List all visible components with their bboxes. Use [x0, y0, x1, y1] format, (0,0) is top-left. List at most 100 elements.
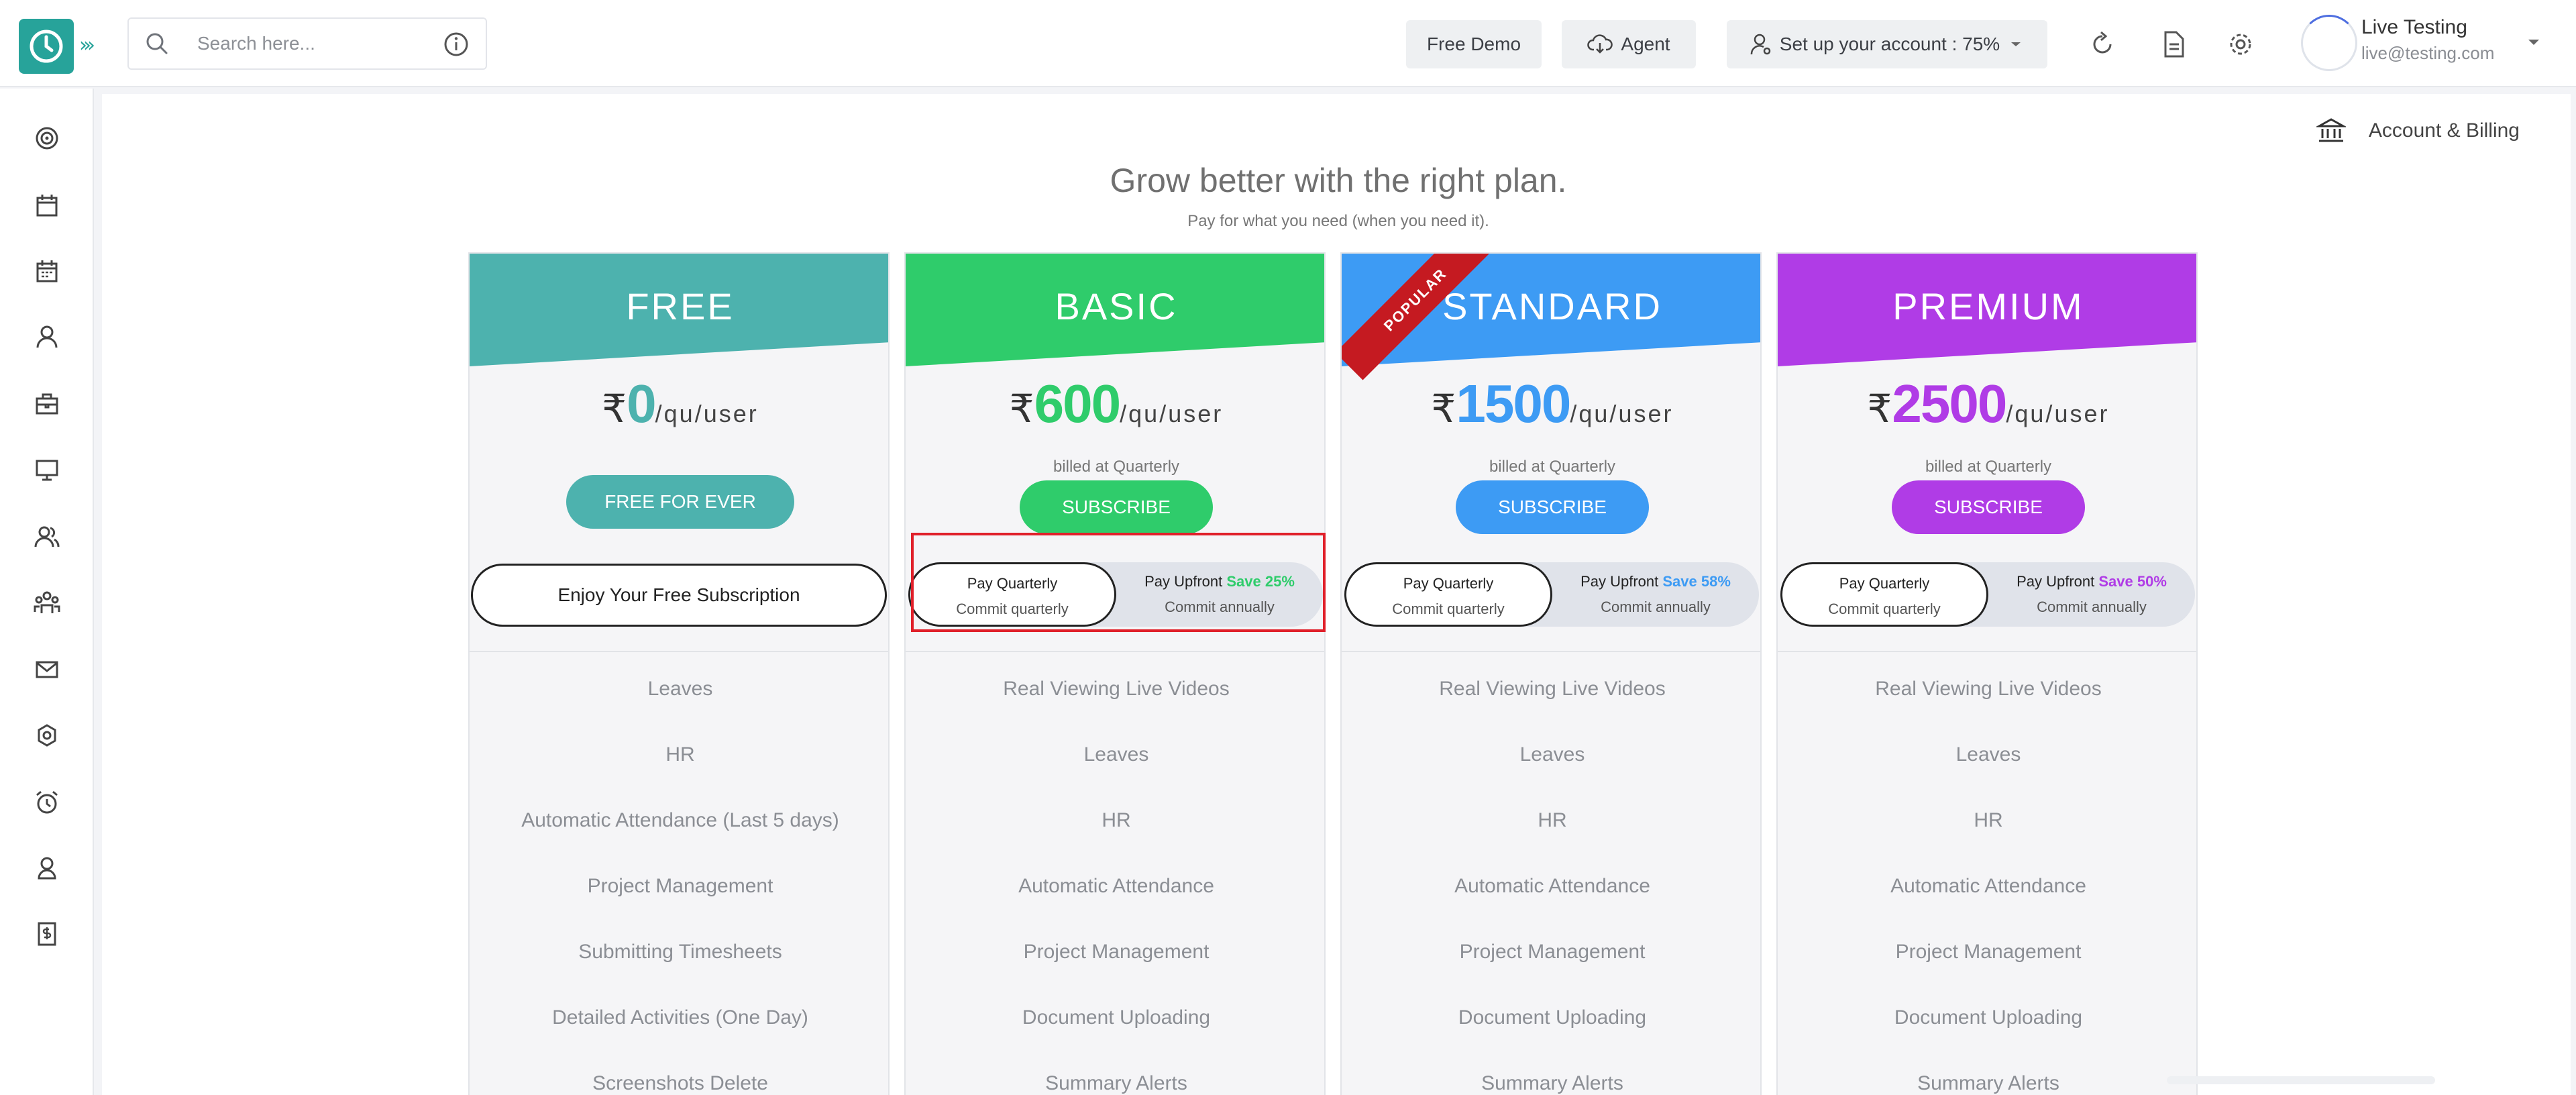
- currency-symbol: ₹: [1431, 387, 1456, 431]
- card-divider: [470, 651, 888, 652]
- option-title: Pay Quarterly: [1403, 575, 1494, 592]
- refresh-icon[interactable]: [2088, 30, 2117, 59]
- billing-period: billed at Quarterly: [1925, 458, 2052, 476]
- agent-button[interactable]: Agent: [1562, 20, 1696, 68]
- plan-price: ₹1500/qu/user: [1342, 373, 1760, 435]
- feature-item: Project Management: [1895, 941, 2082, 963]
- sidebar-item-mail[interactable]: [31, 654, 63, 686]
- cta-label: SUBSCRIBE: [1498, 497, 1607, 517]
- feature-item: Project Management: [1459, 941, 1646, 963]
- agent-label: Agent: [1621, 34, 1670, 54]
- clock-logo-icon: [30, 30, 63, 63]
- team-icon: [34, 591, 60, 613]
- expand-sidebar-icon[interactable]: ›››: [79, 34, 95, 57]
- sidebar-item-calendar[interactable]: [31, 189, 63, 221]
- billing-period: billed at Quarterly: [1053, 458, 1180, 476]
- feature-item: Screenshots Delete: [592, 1072, 768, 1094]
- feature-item: Project Management: [1023, 941, 1210, 963]
- feature-item: Real Viewing Live Videos: [1003, 678, 1230, 700]
- plan-price: ₹600/qu/user: [906, 373, 1324, 435]
- pay-quarterly-option[interactable]: Pay Quarterly Commit quarterly: [1780, 562, 1988, 627]
- free-subscription-pill[interactable]: Enjoy Your Free Subscription: [471, 564, 887, 627]
- feature-item: Automatic Attendance: [1454, 875, 1650, 897]
- plan-card-premium: PREMIUM ₹2500/qu/user billed at Quarterl…: [1776, 252, 2198, 1095]
- card-divider: [1342, 651, 1760, 652]
- feature-item: Real Viewing Live Videos: [1439, 678, 1666, 700]
- sidebar-item-settings[interactable]: [31, 719, 63, 751]
- free-demo-button[interactable]: Free Demo: [1406, 20, 1542, 68]
- feature-item: Document Uploading: [1022, 1006, 1211, 1029]
- pay-upfront-option[interactable]: Pay Upfront Save 50% Commit annually: [1988, 562, 2195, 627]
- subscribe-button-standard[interactable]: SUBSCRIBE: [1456, 480, 1649, 534]
- user-name: Live Testing: [2361, 16, 2467, 38]
- feature-item: HR: [1102, 809, 1131, 831]
- feature-item: Submitting Timesheets: [578, 941, 782, 963]
- cta-label: FREE FOR EVER: [604, 491, 756, 512]
- mail-icon: [36, 661, 58, 678]
- sidebar-item-users[interactable]: [31, 521, 63, 553]
- feature-item: Project Management: [587, 875, 773, 897]
- option-title: Pay Upfront Save 58%: [1552, 573, 1759, 590]
- billing-toggle: Pay Quarterly Commit quarterly Pay Upfro…: [1344, 562, 1759, 627]
- bottom-scroll-hint: [2167, 1076, 2435, 1084]
- document-icon[interactable]: [2159, 30, 2188, 59]
- sidebar-item-awards[interactable]: [31, 852, 63, 884]
- sidebar-item-dashboard[interactable]: [31, 122, 63, 154]
- free-demo-label: Free Demo: [1426, 34, 1521, 54]
- option-title: Pay Quarterly: [1839, 575, 1930, 592]
- plan-title: FREE: [626, 285, 735, 327]
- feature-item: Automatic Attendance: [1018, 875, 1214, 897]
- subscribe-button-basic[interactable]: SUBSCRIBE: [1020, 480, 1213, 534]
- page-title: Grow better with the right plan.: [1110, 162, 1567, 199]
- plan-title: PREMIUM: [1892, 285, 2084, 327]
- setup-account-button[interactable]: Set up your account : 75%: [1727, 20, 2047, 68]
- sidebar-item-schedule[interactable]: [31, 255, 63, 287]
- plan-title: BASIC: [1055, 285, 1178, 327]
- sidebar-item-profile[interactable]: [31, 321, 63, 353]
- page-subtitle: Pay for what you need (when you need it)…: [1187, 212, 1489, 230]
- sidebar-item-alarms[interactable]: [31, 786, 63, 819]
- pay-upfront-option[interactable]: Pay Upfront Save 58% Commit annually: [1552, 562, 1759, 627]
- feature-item: Leaves: [647, 678, 713, 700]
- avatar[interactable]: [2301, 15, 2357, 71]
- pay-quarterly-option[interactable]: Pay Quarterly Commit quarterly: [1344, 562, 1552, 627]
- price-unit: /qu/user: [1570, 400, 1674, 427]
- feature-item: Summary Alerts: [1045, 1072, 1187, 1094]
- feature-item: Leaves: [1519, 743, 1585, 766]
- search-input[interactable]: [197, 33, 425, 54]
- price-amount: 2500: [1892, 374, 2007, 433]
- calendar-icon: [36, 195, 58, 217]
- sidebar-item-projects[interactable]: [31, 388, 63, 420]
- price-unit: /qu/user: [655, 400, 759, 427]
- feature-item: Automatic Attendance: [1890, 875, 2086, 897]
- plan-title: STANDARD: [1442, 285, 1662, 327]
- dashboard-icon: [36, 127, 58, 150]
- price-unit: /qu/user: [1120, 400, 1224, 427]
- option-title: Pay Upfront Save 50%: [1988, 573, 2195, 590]
- sidebar-item-monitoring[interactable]: [31, 454, 63, 486]
- app-logo[interactable]: [19, 19, 74, 74]
- sidebar-item-invoices[interactable]: [31, 918, 63, 950]
- feature-item: HR: [1974, 809, 2003, 831]
- user-setup-icon: [1750, 34, 1771, 55]
- feature-item: Automatic Attendance (Last 5 days): [521, 809, 839, 831]
- feature-item: Real Viewing Live Videos: [1875, 678, 2102, 700]
- user-menu-chevron-icon[interactable]: [2526, 38, 2541, 47]
- card-divider: [906, 651, 1324, 652]
- feature-item: Leaves: [1083, 743, 1149, 766]
- option-subtitle: Commit quarterly: [1828, 601, 1941, 617]
- account-billing-link[interactable]: Account & Billing: [2316, 117, 2520, 145]
- sidebar-item-team[interactable]: [31, 586, 63, 619]
- feature-item: HR: [665, 743, 695, 766]
- price-amount: 600: [1034, 374, 1121, 433]
- info-icon[interactable]: [443, 31, 470, 58]
- settings-gear-icon[interactable]: [2226, 30, 2255, 59]
- plan-card-basic: BASIC ₹600/qu/user billed at Quarterly S…: [904, 252, 1326, 1095]
- subscribe-button-premium[interactable]: SUBSCRIBE: [1892, 480, 2085, 534]
- briefcase-icon: [36, 393, 58, 415]
- users-icon: [34, 526, 60, 548]
- free-for-ever-button[interactable]: FREE FOR EVER: [566, 475, 794, 529]
- top-bar: ››› Free Demo Agent Set up your account …: [0, 0, 2576, 87]
- invoice-icon: [38, 922, 56, 946]
- price-amount: 0: [627, 374, 656, 433]
